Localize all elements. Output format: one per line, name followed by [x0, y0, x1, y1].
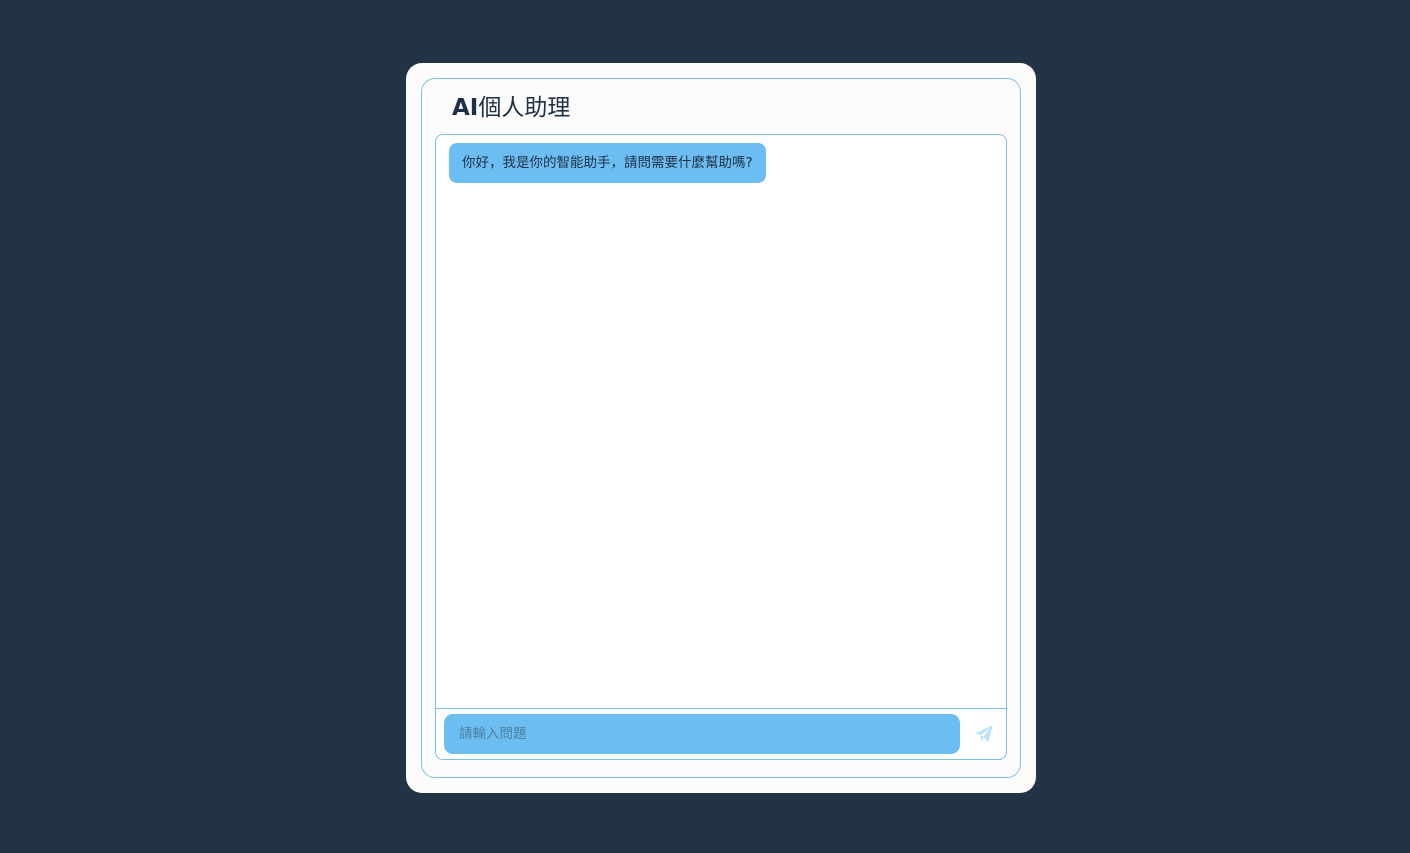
chat-panel: 你好，我是你的智能助手，請問需要什麼幫助嗎? — [435, 134, 1007, 760]
message-list[interactable]: 你好，我是你的智能助手，請問需要什麼幫助嗎? — [436, 135, 1006, 709]
question-input[interactable] — [444, 714, 960, 754]
page-title-suffix: 個人助理 — [478, 95, 571, 121]
page-title-prefix: AI — [452, 95, 479, 121]
send-button[interactable] — [967, 716, 1001, 752]
assistant-message-bubble: 你好，我是你的智能助手，請問需要什麼幫助嗎? — [449, 143, 766, 183]
chat-card: AI個人助理 你好，我是你的智能助手，請問需要什麼幫助嗎? — [406, 63, 1036, 793]
composer — [436, 710, 1006, 759]
chat-frame: AI個人助理 你好，我是你的智能助手，請問需要什麼幫助嗎? — [421, 78, 1021, 778]
page-title: AI個人助理 — [452, 93, 570, 123]
paper-plane-icon — [974, 725, 993, 743]
